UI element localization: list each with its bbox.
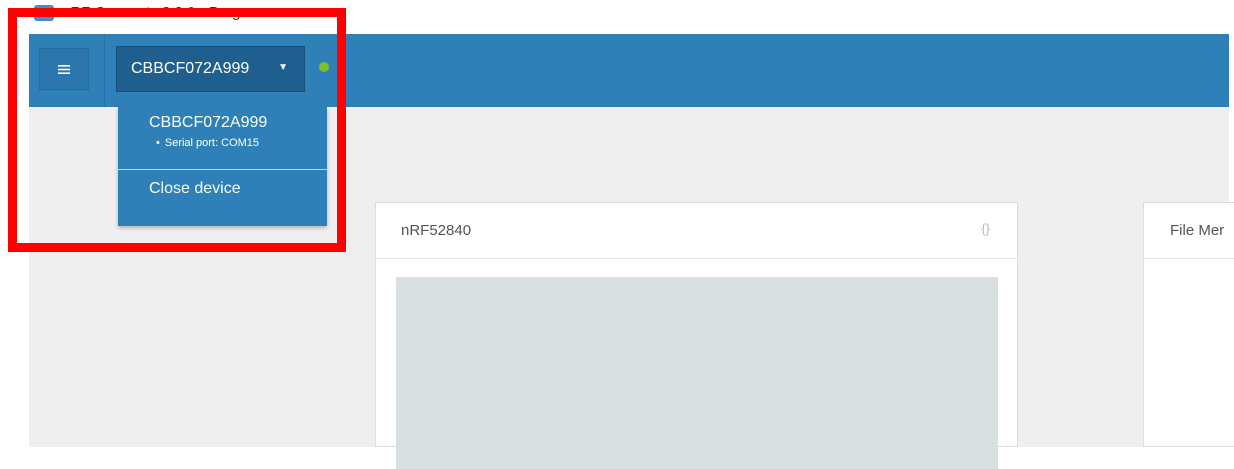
device-memory-map: [396, 277, 998, 469]
status-dot-icon: [319, 62, 329, 72]
window-title: nRF Connect v3.2.0 - Programmer: [62, 4, 293, 21]
braces-icon[interactable]: {}: [981, 221, 990, 236]
file-memory-card: File Mer: [1143, 202, 1234, 447]
app-logo-icon: [34, 5, 54, 21]
file-card-title: File Mer: [1170, 222, 1225, 239]
toolbar-divider: [104, 34, 105, 107]
dropdown-device-name[interactable]: CBBCF072A999: [149, 114, 267, 132]
close-device-menu-item[interactable]: Close device: [118, 171, 327, 207]
device-card-title: nRF52840: [401, 222, 472, 239]
device-selector-button[interactable]: CBBCF072A999 ▼: [116, 46, 305, 92]
close-device-label: Close device: [149, 180, 241, 197]
device-dropdown-menu: CBBCF072A999 • Serial port: COM15 Close d…: [118, 107, 327, 226]
device-memory-card: nRF52840 {}: [375, 202, 1018, 469]
dropdown-divider: [118, 169, 327, 170]
device-card-header: nRF52840 {}: [376, 203, 1017, 259]
dropdown-serial-port: • Serial port: COM15: [156, 137, 259, 149]
file-card-header: File Mer: [1144, 203, 1234, 259]
main-menu-button[interactable]: [39, 48, 89, 90]
device-selector-label: CBBCF072A999: [131, 60, 250, 77]
bullet-icon: •: [156, 137, 160, 149]
hamburger-icon: [58, 64, 70, 74]
serial-port-text: Serial port: COM15: [164, 137, 260, 149]
window-titlebar: nRF Connect v3.2.0 - Programmer: [0, 0, 1234, 34]
caret-down-icon: ▼: [278, 62, 288, 73]
